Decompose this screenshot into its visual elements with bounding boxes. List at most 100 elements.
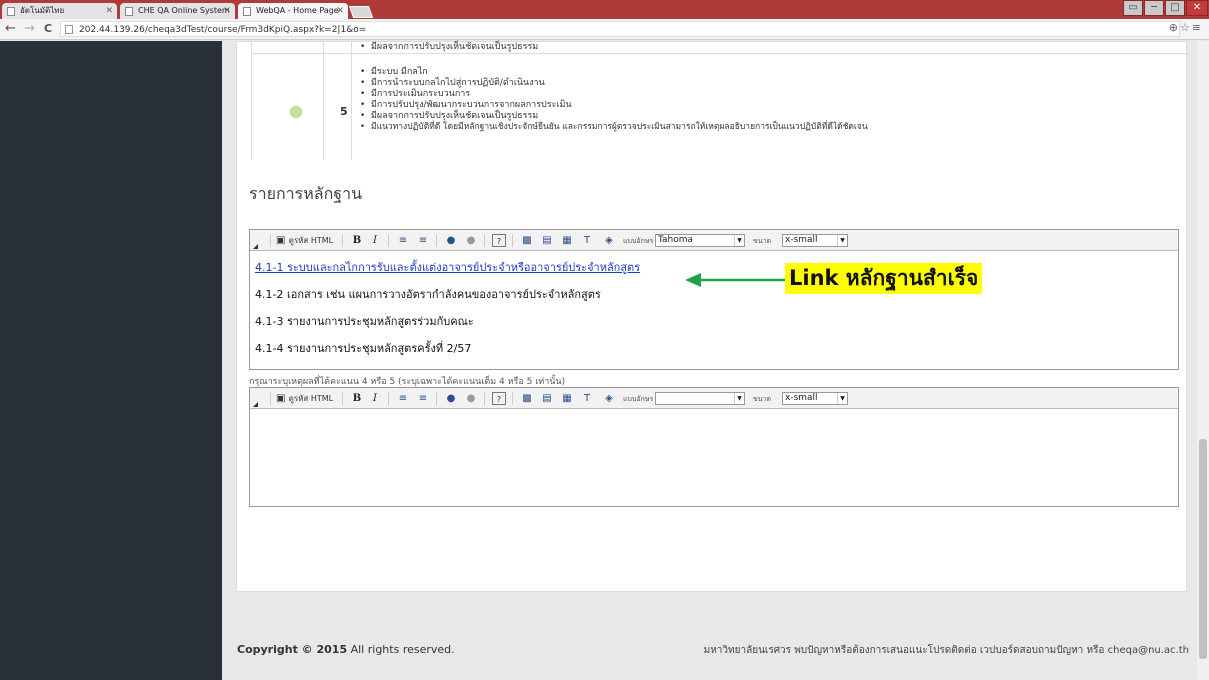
dark-sidebar (0, 41, 222, 680)
close-tab-icon[interactable]: ✕ (223, 3, 231, 19)
page-footer: Copyright © 2015 All rights reserved. มห… (222, 637, 1209, 680)
page-icon (7, 7, 15, 16)
font-select[interactable]: Tahoma ▼ (655, 234, 745, 247)
window-user-icon[interactable]: ▭ (1123, 0, 1143, 16)
insert-table-icon[interactable]: ▤ (540, 392, 554, 405)
text-color-icon[interactable]: T (580, 234, 594, 247)
insert-image-icon[interactable]: ▩ (520, 392, 534, 405)
ordered-list-icon[interactable]: ≡ (396, 392, 410, 405)
html-icon: ▣ (276, 235, 286, 246)
minimize-button[interactable]: ─ (1144, 0, 1164, 16)
criteria-item: มีผลจากการปรับปรุงเห็นชัดเจนเป็นรูปธรรม (360, 111, 538, 121)
unordered-list-icon[interactable]: ≡ (416, 234, 430, 247)
highlight-color-icon[interactable]: ◈ (602, 392, 616, 405)
reason-editor: ▣ ดูรหัส HTML B I ≡ ≡ ● ● ? ▩ ▤ ▦ T ◈ แบ… (249, 387, 1179, 507)
browser-titlebar: อัตโนมัติไทย ✕ CHE QA Online System ✕ We… (0, 0, 1209, 19)
font-select[interactable]: ▼ (655, 392, 745, 405)
browser-tab-2[interactable]: CHE QA Online System ✕ (120, 3, 235, 19)
size-value: x-small (785, 235, 818, 245)
size-value: x-small (785, 393, 818, 403)
score-status-dot (290, 106, 302, 118)
ordered-list-icon[interactable]: ≡ (396, 234, 410, 247)
italic-button[interactable]: I (368, 392, 382, 405)
bold-button[interactable]: B (350, 392, 364, 405)
evidence-item: 4.1-2 เอกสาร เช่น แผนการวางอัตรากำลังคนข… (255, 288, 601, 301)
page-icon (125, 7, 133, 16)
reload-icon[interactable]: C (44, 21, 52, 37)
font-label: แบบอักษร (623, 237, 654, 245)
evidence-link[interactable]: 4.1-1 ระบบและกลไกการรับและตั้งแต่งอาจารย… (255, 261, 640, 275)
contact-text: มหาวิทยาลัยนเรศวร พบปัญหาหรือต้องการเสนอ… (703, 645, 1189, 656)
url-text: 202.44.139.26/cheqa3dTest/course/Frm3dKp… (79, 25, 367, 35)
close-tab-icon[interactable]: ✕ (336, 3, 344, 19)
copyright-text: Copyright © 2015 All rights reserved. (237, 643, 455, 656)
view-html-label: ดูรหัส HTML (288, 236, 334, 245)
size-select[interactable]: x-small ▼ (782, 392, 848, 405)
help-icon[interactable]: ? (492, 392, 506, 405)
text-color-icon[interactable]: T (580, 392, 594, 405)
chevron-down-icon: ▼ (734, 235, 744, 246)
copyright-rest: All rights reserved. (347, 643, 455, 656)
criteria-table: มีผลจากการปรับปรุงเห็นชัดเจนเป็นรูปธรรม … (251, 42, 1189, 160)
tab-label: CHE QA Online System (138, 6, 230, 15)
main-content: มีผลจากการปรับปรุงเห็นชัดเจนเป็นรูปธรรม … (222, 41, 1209, 680)
criteria-item: มีการปรับปรุง/พัฒนากระบวนการจากผลการประเ… (360, 100, 572, 110)
criteria-item: มีผลจากการปรับปรุงเห็นชัดเจนเป็นรูปธรรม (360, 42, 538, 52)
font-label: แบบอักษร (623, 395, 654, 403)
criteria-item: มีการประเมินกระบวนการ (360, 89, 470, 99)
insert-rule-icon[interactable]: ▦ (560, 234, 574, 247)
tab-label: อัตโนมัติไทย (20, 6, 65, 15)
font-value: Tahoma (658, 235, 694, 245)
new-tab-button[interactable] (348, 6, 374, 18)
zoom-star-menu-icons[interactable]: ⊕☆≡ (1169, 21, 1203, 34)
view-html-button[interactable]: ▣ ดูรหัส HTML (276, 233, 333, 248)
reason-label: กรุณาระบุเหตุผลที่ได้คะแนน 4 หรือ 5 (ระบ… (249, 377, 566, 387)
forward-icon[interactable]: → (24, 21, 35, 37)
editor-toolbar: ▣ ดูรหัส HTML B I ≡ ≡ ● ● ? ▩ ▤ ▦ T ◈ แบ… (250, 230, 1178, 251)
address-bar-row: ← → C 202.44.139.26/cheqa3dTest/course/F… (0, 19, 1209, 40)
insert-rule-icon[interactable]: ▦ (560, 392, 574, 405)
size-label: ขนาด (753, 237, 772, 245)
unordered-list-icon[interactable]: ≡ (416, 392, 430, 405)
score-value: 5 (340, 105, 348, 118)
chevron-down-icon: ▼ (734, 393, 744, 404)
insert-image-icon[interactable]: ▩ (520, 234, 534, 247)
evidence-item: 4.1-4 รายงานการประชุมหลักสูตรครั้งที่ 2/… (255, 342, 472, 355)
criteria-item: มีระบบ มีกลไก (360, 67, 428, 77)
insert-link-icon[interactable]: ● (444, 234, 458, 247)
annotation-label: Link หลักฐานสำเร็จ (785, 263, 983, 294)
evidence-editor: ▣ ดูรหัส HTML B I ≡ ≡ ● ● ? ▩ ▤ ▦ T ◈ แบ… (249, 229, 1179, 370)
highlight-color-icon[interactable]: ◈ (602, 234, 616, 247)
remove-link-icon[interactable]: ● (464, 392, 478, 405)
copyright-bold: Copyright © 2015 (237, 643, 348, 656)
bold-button[interactable]: B (350, 234, 364, 247)
page-icon (243, 7, 251, 16)
maximize-button[interactable]: □ (1165, 0, 1185, 16)
scrollbar-thumb[interactable] (1199, 439, 1207, 659)
insert-link-icon[interactable]: ● (444, 392, 458, 405)
chevron-down-icon: ▼ (837, 235, 847, 246)
close-tab-icon[interactable]: ✕ (105, 3, 113, 19)
criteria-item: มีแนวทางปฏิบัติที่ดี โดยมีหลักฐานเชิงประ… (360, 122, 868, 132)
italic-button[interactable]: I (368, 234, 382, 247)
evidence-item: 4.1-3 รายงานการประชุมหลักสูตรร่วมกับคณะ (255, 315, 474, 328)
page-scrollbar[interactable] (1197, 41, 1209, 680)
insert-table-icon[interactable]: ▤ (540, 234, 554, 247)
html-icon: ▣ (276, 393, 286, 404)
size-label: ขนาด (753, 395, 772, 403)
size-select[interactable]: x-small ▼ (782, 234, 848, 247)
url-input[interactable]: 202.44.139.26/cheqa3dTest/course/Frm3dKp… (60, 21, 1180, 37)
browser-tab-1[interactable]: อัตโนมัติไทย ✕ (2, 3, 117, 19)
close-window-button[interactable]: ✕ (1186, 0, 1208, 16)
evidence-section-title: รายการหลักฐาน (249, 184, 363, 203)
help-icon[interactable]: ? (492, 234, 506, 247)
view-html-button[interactable]: ▣ ดูรหัส HTML (276, 391, 333, 406)
browser-tab-3[interactable]: WebQA - Home Page ✕ (238, 3, 348, 19)
criteria-item: มีการนำระบบกลไกไปสู่การปฏิบัติ/ดำเนินงาน (360, 78, 545, 88)
content-panel: มีผลจากการปรับปรุงเห็นชัดเจนเป็นรูปธรรม … (236, 41, 1189, 592)
remove-link-icon[interactable]: ● (464, 234, 478, 247)
back-icon[interactable]: ← (5, 21, 16, 37)
annotation-arrow (685, 273, 785, 287)
page-icon (65, 25, 73, 34)
view-html-label: ดูรหัส HTML (288, 394, 334, 403)
